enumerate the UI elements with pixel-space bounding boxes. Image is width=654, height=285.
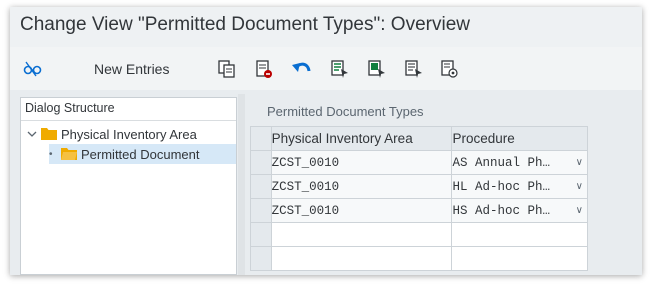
chevron-down-icon[interactable]: ∨ xyxy=(576,181,583,192)
row-selector[interactable] xyxy=(250,150,272,175)
delete-icon[interactable] xyxy=(254,58,274,80)
deselect-all-icon[interactable] xyxy=(404,58,424,80)
tree-item-permitted-document[interactable]: • Permitted Document xyxy=(49,144,236,164)
row-filler xyxy=(587,223,641,247)
column-header-area[interactable]: Physical Inventory Area xyxy=(270,126,453,151)
table-row-empty xyxy=(250,246,642,271)
display-change-icon[interactable] xyxy=(22,58,44,80)
folder-icon xyxy=(41,126,61,143)
pane-splitter[interactable] xyxy=(238,94,245,275)
select-all-icon[interactable] xyxy=(330,58,350,80)
row-selector[interactable] xyxy=(250,246,272,271)
area-cell[interactable]: ZCST_0010 xyxy=(270,150,453,175)
procedure-value: HS Ad-hoc Ph… xyxy=(452,203,551,218)
chevron-down-icon[interactable] xyxy=(27,127,41,142)
table-panel: Permitted Document Types Physical Invent… xyxy=(247,97,642,275)
row-filler xyxy=(587,175,641,199)
undo-icon[interactable] xyxy=(291,58,313,80)
toolbar: New Entries xyxy=(10,48,642,90)
table-row: ZCST_0010 AS Annual Ph… ∨ xyxy=(250,150,642,175)
row-filler xyxy=(587,199,641,223)
table-title: Permitted Document Types xyxy=(267,104,424,119)
chevron-down-icon[interactable]: ∨ xyxy=(576,205,583,216)
select-all-cell[interactable] xyxy=(250,126,272,151)
empty-cell[interactable] xyxy=(270,246,453,271)
row-filler xyxy=(587,247,641,271)
area-cell[interactable]: ZCST_0010 xyxy=(270,198,453,223)
dialog-structure-panel: Dialog Structure Physical Inventory Area… xyxy=(20,97,237,275)
row-selector[interactable] xyxy=(250,222,272,247)
page-title: Change View "Permitted Document Types": … xyxy=(20,14,470,35)
empty-cell[interactable] xyxy=(451,222,588,247)
procedure-dropdown[interactable]: AS Annual Ph… ∨ xyxy=(451,150,588,175)
bullet-icon: • xyxy=(49,148,53,160)
data-table: Physical Inventory Area Procedure ZCST_0… xyxy=(250,126,642,271)
chevron-down-icon[interactable]: ∨ xyxy=(576,157,583,168)
column-header-procedure[interactable]: Procedure xyxy=(451,126,588,151)
procedure-dropdown[interactable]: HL Ad-hoc Ph… ∨ xyxy=(451,174,588,199)
table-row: ZCST_0010 HL Ad-hoc Ph… ∨ xyxy=(250,174,642,199)
title-bar: Change View "Permitted Document Types": … xyxy=(10,7,642,47)
tree-item-physical-inventory-area[interactable]: Physical Inventory Area xyxy=(27,124,197,144)
row-filler xyxy=(587,151,641,175)
procedure-value: HL Ad-hoc Ph… xyxy=(452,179,551,194)
dialog-structure-header: Dialog Structure xyxy=(21,98,236,121)
empty-cell[interactable] xyxy=(451,246,588,271)
procedure-dropdown[interactable]: HS Ad-hoc Ph… ∨ xyxy=(451,198,588,223)
new-entries-label: New Entries xyxy=(94,61,170,77)
new-entries-button[interactable]: New Entries xyxy=(94,58,169,80)
table-row-empty xyxy=(250,222,642,247)
config-icon[interactable] xyxy=(440,58,460,80)
empty-cell[interactable] xyxy=(270,222,453,247)
folder-open-icon xyxy=(61,146,81,163)
row-selector[interactable] xyxy=(250,198,272,223)
area-cell[interactable]: ZCST_0010 xyxy=(270,174,453,199)
table-header-row: Physical Inventory Area Procedure xyxy=(250,126,642,151)
copy-icon[interactable] xyxy=(217,58,237,80)
tree-item-label: Permitted Document xyxy=(81,146,200,162)
dialog-structure-title: Dialog Structure xyxy=(25,101,115,115)
procedure-value: AS Annual Ph… xyxy=(452,155,551,170)
content-area: Dialog Structure Physical Inventory Area… xyxy=(10,90,642,275)
sap-window: Change View "Permitted Document Types": … xyxy=(10,7,642,275)
tree-item-label: Physical Inventory Area xyxy=(61,126,197,142)
table-row: ZCST_0010 HS Ad-hoc Ph… ∨ xyxy=(250,198,642,223)
select-block-icon[interactable] xyxy=(367,58,387,80)
row-selector[interactable] xyxy=(250,174,272,199)
header-filler xyxy=(587,127,641,151)
